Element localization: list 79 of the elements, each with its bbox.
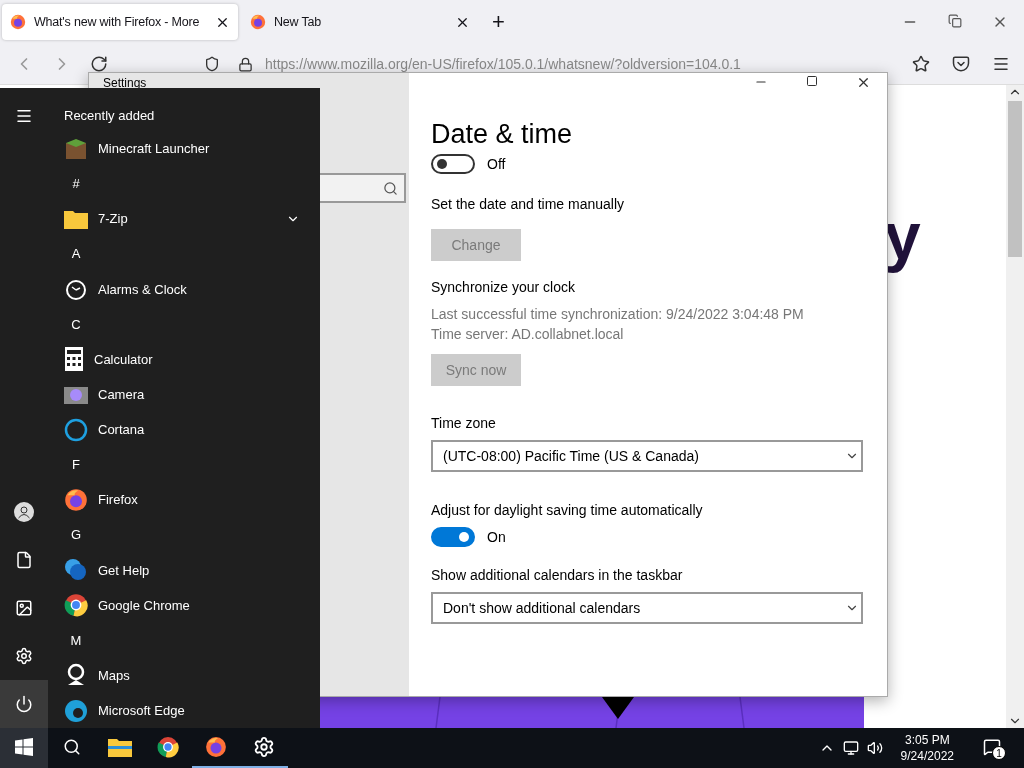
browser-tab[interactable]: New Tab [242,4,478,40]
edge-icon [64,698,88,723]
search-icon [63,738,81,756]
reload-icon[interactable] [90,55,108,73]
info-text: Time server: AD.collabnet.local [431,325,625,344]
app-item[interactable]: 7-Zip [64,201,320,237]
notification-button[interactable]: 1 [972,728,1012,768]
windows-logo [15,738,33,756]
section-heading: Recently added [64,107,156,125]
star-icon[interactable] [912,55,930,73]
scrollbar-thumb[interactable] [1008,101,1022,257]
app-item[interactable]: Camera [64,376,320,412]
toggle-state: On [487,529,506,545]
settings-icon [253,736,275,758]
app-item[interactable]: Alarms & Clock [64,271,320,307]
letter-heading[interactable]: G [64,527,88,543]
app-item[interactable]: Cortana [64,412,320,448]
power-button[interactable] [0,680,48,728]
toggle-state: Off [487,156,506,172]
menu-icon [15,107,33,125]
help-bubble-icon [64,558,88,583]
camera-icon [64,384,88,405]
chrome-icon [157,736,179,758]
section-heading: Adjust for daylight saving time automatically [431,502,704,518]
user-icon [14,502,34,522]
message-icon [983,738,1001,756]
toggle-switch[interactable] [431,527,475,547]
toggle-switch[interactable] [431,154,475,174]
firefox-icon [64,487,88,512]
image-icon [15,599,33,617]
network-icon[interactable] [842,740,859,756]
new-tab-button[interactable]: + [492,9,505,35]
clock-button[interactable]: 3:05 PM 9/24/2022 [900,732,954,764]
start-button[interactable] [0,728,48,768]
dropdown[interactable]: Don't show additional calendars [431,592,863,624]
app-item[interactable]: Firefox [64,482,320,518]
app-item[interactable]: Google Chrome [64,587,320,623]
letter-heading[interactable]: F [64,457,88,473]
grass-block-icon [64,136,88,161]
calculator-icon [64,347,84,372]
document-icon [15,551,33,569]
firefox-icon [10,14,26,30]
pocket-icon[interactable] [952,55,970,73]
letter-heading[interactable]: # [64,176,88,192]
app-item[interactable]: Get Help [64,552,320,588]
app-item[interactable]: Maps [64,657,320,693]
alarm-clock-icon [64,277,88,302]
app-item[interactable]: Calculator [64,341,320,377]
folder-icon [64,208,88,229]
dropdown[interactable]: (UTC-08:00) Pacific Time (US & Canada) [431,440,863,472]
volume-icon[interactable] [866,740,883,756]
section-heading: Set the date and time manually [431,196,625,212]
section-heading: Show additional calendars in the taskbar [431,567,684,583]
firefox-icon [205,736,227,758]
notification-badge: 1 [992,746,1006,760]
letter-heading[interactable]: M [64,632,88,648]
firefox-icon [250,14,266,30]
letter-heading[interactable]: C [64,316,88,332]
close-icon[interactable] [856,75,871,90]
app-item[interactable]: Minecraft Launcher [64,131,320,167]
page-title: Date & time [431,121,573,148]
app-item[interactable]: Microsoft Edge [64,693,320,728]
chrome-icon [64,593,88,618]
info-text: Last successful time synchronization: 9/24/2022 3:04:48 PM [431,305,805,324]
search-icon [383,180,398,196]
ring-icon [64,417,88,442]
window-title: Settings [103,76,148,90]
lock-icon [238,56,253,72]
folder-icon [108,737,132,757]
shield-icon[interactable] [204,56,220,72]
letter-heading[interactable]: A [64,246,88,262]
section-heading: Time zone [431,415,497,431]
maximize-icon[interactable] [806,75,818,87]
power-icon [15,695,33,713]
browser-tab[interactable]: What's new with Firefox - More [2,4,238,40]
restore-icon[interactable] [948,14,962,28]
settings-icon [15,647,33,665]
menu-icon[interactable] [992,55,1010,73]
section-heading: Synchronize your clock [431,279,576,295]
